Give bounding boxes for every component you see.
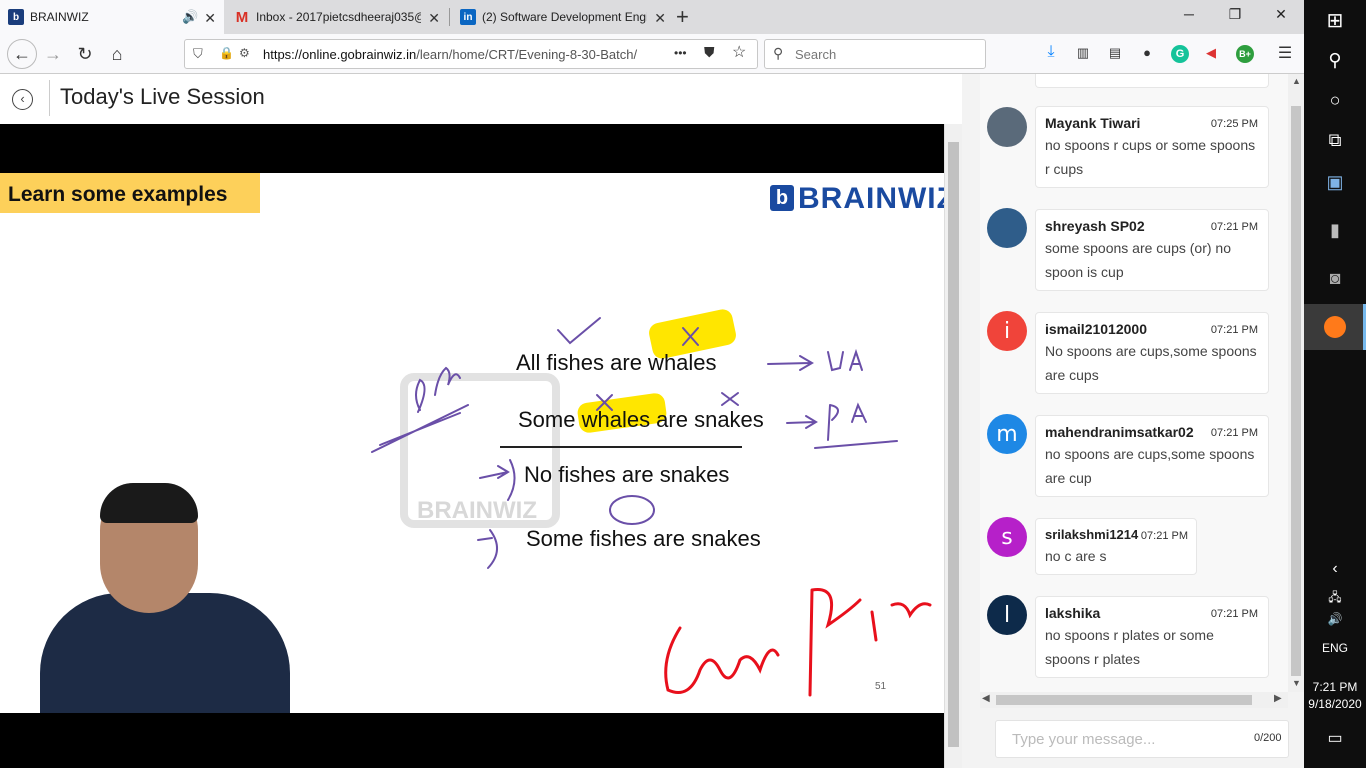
chat-message: Mayank Tiwari 07:25 PM no spoons r cups … (980, 104, 1280, 198)
message-time: 07:21 PM (1210, 221, 1258, 233)
scrollbar-thumb[interactable] (996, 695, 1252, 705)
show-hidden-icons-icon[interactable]: ‹ (1304, 560, 1366, 578)
clock-date[interactable]: 9/18/2020 (1304, 697, 1366, 711)
pa-label (827, 402, 867, 441)
avatar: s (987, 517, 1027, 557)
avatar (987, 208, 1027, 248)
check-mark (557, 317, 601, 345)
avatar: l (987, 595, 1027, 635)
ua-label (827, 348, 863, 372)
message-text: No spoons are cups,some spoons are cups (1045, 343, 1257, 383)
chat-message-input[interactable]: Type your message... (995, 720, 1289, 758)
roman-two-mark (477, 529, 498, 569)
chat-message: i ismail21012000 07:21 PM No spoons are … (980, 310, 1280, 404)
avatar: i (987, 311, 1027, 351)
message-bubble: mahendranimsatkar02 07:21 PM no spoons a… (1035, 415, 1269, 497)
language-indicator[interactable]: ENG (1304, 641, 1366, 655)
arrow-mark (479, 465, 510, 479)
scrollbar-thumb[interactable] (948, 142, 959, 747)
bracket-mark (507, 459, 516, 501)
cortana-icon[interactable]: ○ (1304, 90, 1366, 111)
message-bubble: ismail21012000 07:21 PM No spoons are cu… (1035, 312, 1269, 394)
scroll-right-icon[interactable]: ▶ (1274, 693, 1282, 704)
chat-message: s srilakshmi1214 07:21 PM no c are s (980, 516, 1280, 582)
message-text: no spoons r plates or some spoons r plat… (1045, 627, 1214, 667)
underline-mark (814, 440, 898, 449)
message-text: no spoons are cups,some spoons are cup (1045, 446, 1255, 486)
network-tray-icon[interactable]: 🖧 (1304, 588, 1366, 609)
chat-horizontal-scrollbar[interactable]: ◀ ▶ (980, 692, 1288, 708)
firefox-icon (1324, 316, 1346, 338)
message-bubble: srilakshmi1214 07:21 PM no c are s (1035, 518, 1197, 575)
cross-mark (682, 327, 699, 346)
or-circle-mark (609, 495, 655, 525)
message-text: no c are s (1045, 548, 1107, 564)
message-bubble: shreyash SP02 07:21 PM some spoons are c… (1035, 209, 1269, 291)
notifications-icon[interactable]: ▭ (1304, 728, 1366, 748)
chat-message: shreyash SP02 07:21 PM some spoons are c… (980, 207, 1280, 301)
message-bubble: Mayank Tiwari 07:25 PM no spoons r cups … (1035, 106, 1269, 188)
message-text: some spoons are cups (or) no spoon is cu… (1045, 240, 1231, 280)
chat-input-placeholder: Type your message... (1012, 731, 1156, 748)
scrollbar-thumb[interactable] (1291, 106, 1301, 676)
message-time: 07:21 PM (1210, 608, 1258, 620)
video-scrollbar[interactable] (944, 124, 962, 768)
microphone-app-icon[interactable]: ▮ (1304, 220, 1366, 241)
message-text: no spoons r cups or some spoons r cups (1045, 137, 1256, 177)
arrow-mark (786, 415, 818, 429)
message-time: 07:21 PM (1210, 324, 1258, 336)
handwritten-comp (664, 626, 780, 694)
previous-message-bubble (1035, 74, 1269, 88)
message-bubble: lakshika 07:21 PM no spoons r plates or … (1035, 596, 1269, 678)
scroll-left-icon[interactable]: ◀ (982, 693, 990, 704)
message-time: 07:21 PM (1140, 530, 1188, 542)
avatar: m (987, 414, 1027, 454)
volume-tray-icon[interactable]: 🔊 (1304, 612, 1366, 626)
scroll-up-icon[interactable]: ▲ (1292, 76, 1301, 86)
windows-start-icon[interactable]: ⊞ (1304, 8, 1366, 33)
cross-mark (596, 394, 613, 411)
cross-mark (721, 392, 739, 406)
message-time: 07:21 PM (1210, 427, 1258, 439)
arrow-mark (767, 355, 814, 371)
8m-label (415, 366, 461, 413)
scroll-down-icon[interactable]: ▼ (1292, 678, 1301, 688)
underline-mark (371, 404, 469, 453)
chat-message: m mahendranimsatkar02 07:21 PM no spoons… (980, 413, 1280, 507)
search-icon[interactable]: ⚲ (1304, 50, 1366, 71)
camera-app-icon[interactable]: ◙ (1304, 268, 1366, 289)
photos-app-icon[interactable]: ▣ (1304, 172, 1366, 193)
char-counter: 0/200 (1254, 732, 1282, 744)
clock-time[interactable]: 7:21 PM (1304, 680, 1366, 694)
avatar (987, 107, 1027, 147)
firefox-taskbar-item[interactable] (1304, 304, 1366, 350)
message-time: 07:25 PM (1210, 118, 1258, 130)
chat-message: l lakshika 07:21 PM no spoons r plates o… (980, 594, 1280, 688)
task-view-icon[interactable]: ⧉ (1304, 130, 1366, 151)
handwritten-pair (808, 587, 932, 697)
chat-vertical-scrollbar[interactable]: ▲ ▼ (1288, 74, 1304, 692)
